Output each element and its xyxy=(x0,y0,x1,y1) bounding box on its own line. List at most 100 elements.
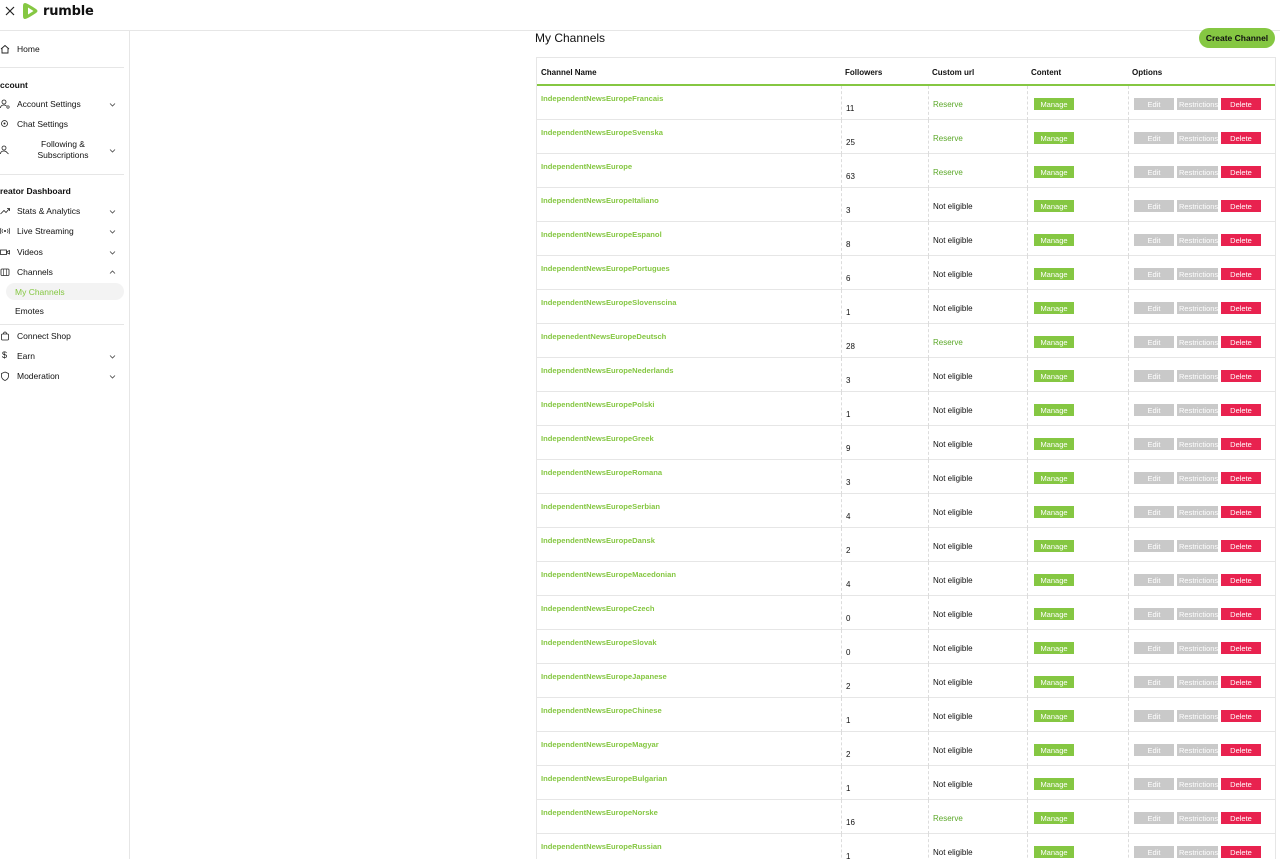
channel-name-link[interactable]: IndependentNewsEuropeNorske xyxy=(541,808,658,817)
edit-button[interactable]: Edit xyxy=(1134,642,1174,654)
sidebar-item-connect-shop[interactable]: Connect Shop xyxy=(0,327,124,345)
delete-button[interactable]: Delete xyxy=(1221,846,1261,858)
restrictions-button[interactable]: Restrictions xyxy=(1177,744,1218,756)
manage-button[interactable]: Manage xyxy=(1034,438,1074,450)
restrictions-button[interactable]: Restrictions xyxy=(1177,676,1218,688)
restrictions-button[interactable]: Restrictions xyxy=(1177,370,1218,382)
delete-button[interactable]: Delete xyxy=(1221,710,1261,722)
manage-button[interactable]: Manage xyxy=(1034,98,1074,110)
delete-button[interactable]: Delete xyxy=(1221,98,1261,110)
manage-button[interactable]: Manage xyxy=(1034,574,1074,586)
channel-name-link[interactable]: IndependentNewsEuropePolski xyxy=(541,400,655,409)
manage-button[interactable]: Manage xyxy=(1034,404,1074,416)
manage-button[interactable]: Manage xyxy=(1034,642,1074,654)
sidebar-item-live-streaming[interactable]: Live Streaming xyxy=(0,222,124,240)
channel-name-link[interactable]: IndepenedentNewsEuropeDeutsch xyxy=(541,332,666,341)
edit-button[interactable]: Edit xyxy=(1134,744,1174,756)
channel-name-link[interactable]: IndependentNewsEuropeEspanol xyxy=(541,230,662,239)
channel-name-link[interactable]: IndependentNewsEuropeMagyar xyxy=(541,740,659,749)
delete-button[interactable]: Delete xyxy=(1221,166,1261,178)
edit-button[interactable]: Edit xyxy=(1134,812,1174,824)
channel-name-link[interactable]: IndependentNewsEuropeItaliano xyxy=(541,196,659,205)
sidebar-item-moderation[interactable]: Moderation xyxy=(0,367,124,385)
channel-name-link[interactable]: IndependentNewsEuropeSlovenscina xyxy=(541,298,676,307)
sidebar-item-chat-settings[interactable]: Chat Settings xyxy=(0,115,124,133)
restrictions-button[interactable]: Restrictions xyxy=(1177,778,1218,790)
manage-button[interactable]: Manage xyxy=(1034,710,1074,722)
edit-button[interactable]: Edit xyxy=(1134,710,1174,722)
delete-button[interactable]: Delete xyxy=(1221,676,1261,688)
restrictions-button[interactable]: Restrictions xyxy=(1177,302,1218,314)
delete-button[interactable]: Delete xyxy=(1221,302,1261,314)
channel-name-link[interactable]: IndependentNewsEuropeNederlands xyxy=(541,366,674,375)
restrictions-button[interactable]: Restrictions xyxy=(1177,506,1218,518)
restrictions-button[interactable]: Restrictions xyxy=(1177,98,1218,110)
custom-url-status[interactable]: Reserve xyxy=(933,134,963,143)
sidebar-subitem-my-channels[interactable]: My Channels xyxy=(6,283,124,300)
sidebar-item-home[interactable]: Home xyxy=(0,40,124,58)
manage-button[interactable]: Manage xyxy=(1034,778,1074,790)
delete-button[interactable]: Delete xyxy=(1221,744,1261,756)
sidebar-item-account-settings[interactable]: Account Settings xyxy=(0,95,124,113)
restrictions-button[interactable]: Restrictions xyxy=(1177,166,1218,178)
channel-name-link[interactable]: IndependentNewsEuropeSlovak xyxy=(541,638,657,647)
manage-button[interactable]: Manage xyxy=(1034,302,1074,314)
delete-button[interactable]: Delete xyxy=(1221,132,1261,144)
channel-name-link[interactable]: IndependentNewsEuropeChinese xyxy=(541,706,662,715)
edit-button[interactable]: Edit xyxy=(1134,200,1174,212)
close-icon[interactable] xyxy=(3,4,17,18)
delete-button[interactable]: Delete xyxy=(1221,574,1261,586)
edit-button[interactable]: Edit xyxy=(1134,404,1174,416)
delete-button[interactable]: Delete xyxy=(1221,336,1261,348)
delete-button[interactable]: Delete xyxy=(1221,268,1261,280)
manage-button[interactable]: Manage xyxy=(1034,506,1074,518)
sidebar-item-earn[interactable]: $ Earn xyxy=(0,347,124,365)
edit-button[interactable]: Edit xyxy=(1134,132,1174,144)
edit-button[interactable]: Edit xyxy=(1134,336,1174,348)
edit-button[interactable]: Edit xyxy=(1134,608,1174,620)
sidebar-item-following[interactable]: Following & Subscriptions xyxy=(0,137,124,163)
channel-name-link[interactable]: IndependentNewsEuropeDansk xyxy=(541,536,655,545)
rumble-logo[interactable]: rumble xyxy=(22,1,94,21)
manage-button[interactable]: Manage xyxy=(1034,676,1074,688)
create-channel-button[interactable]: Create Channel xyxy=(1199,28,1275,48)
edit-button[interactable]: Edit xyxy=(1134,302,1174,314)
delete-button[interactable]: Delete xyxy=(1221,200,1261,212)
sidebar-item-videos[interactable]: Videos xyxy=(0,243,124,261)
channel-name-link[interactable]: IndependentNewsEuropeCzech xyxy=(541,604,655,613)
edit-button[interactable]: Edit xyxy=(1134,166,1174,178)
edit-button[interactable]: Edit xyxy=(1134,676,1174,688)
channel-name-link[interactable]: IndependentNewsEuropePortugues xyxy=(541,264,670,273)
manage-button[interactable]: Manage xyxy=(1034,268,1074,280)
manage-button[interactable]: Manage xyxy=(1034,336,1074,348)
restrictions-button[interactable]: Restrictions xyxy=(1177,472,1218,484)
restrictions-button[interactable]: Restrictions xyxy=(1177,404,1218,416)
restrictions-button[interactable]: Restrictions xyxy=(1177,336,1218,348)
channel-name-link[interactable]: IndependentNewsEuropeSerbian xyxy=(541,502,660,511)
sidebar-item-stats[interactable]: Stats & Analytics xyxy=(0,202,124,220)
manage-button[interactable]: Manage xyxy=(1034,812,1074,824)
restrictions-button[interactable]: Restrictions xyxy=(1177,540,1218,552)
restrictions-button[interactable]: Restrictions xyxy=(1177,846,1218,858)
delete-button[interactable]: Delete xyxy=(1221,812,1261,824)
custom-url-status[interactable]: Reserve xyxy=(933,100,963,109)
delete-button[interactable]: Delete xyxy=(1221,506,1261,518)
edit-button[interactable]: Edit xyxy=(1134,472,1174,484)
manage-button[interactable]: Manage xyxy=(1034,846,1074,858)
restrictions-button[interactable]: Restrictions xyxy=(1177,642,1218,654)
manage-button[interactable]: Manage xyxy=(1034,472,1074,484)
manage-button[interactable]: Manage xyxy=(1034,744,1074,756)
edit-button[interactable]: Edit xyxy=(1134,506,1174,518)
manage-button[interactable]: Manage xyxy=(1034,200,1074,212)
channel-name-link[interactable]: IndependentNewsEuropeGreek xyxy=(541,434,654,443)
manage-button[interactable]: Manage xyxy=(1034,234,1074,246)
channel-name-link[interactable]: IndependentNewsEuropeBulgarian xyxy=(541,774,667,783)
delete-button[interactable]: Delete xyxy=(1221,608,1261,620)
restrictions-button[interactable]: Restrictions xyxy=(1177,234,1218,246)
restrictions-button[interactable]: Restrictions xyxy=(1177,608,1218,620)
restrictions-button[interactable]: Restrictions xyxy=(1177,132,1218,144)
restrictions-button[interactable]: Restrictions xyxy=(1177,438,1218,450)
delete-button[interactable]: Delete xyxy=(1221,642,1261,654)
manage-button[interactable]: Manage xyxy=(1034,132,1074,144)
sidebar-subitem-emotes[interactable]: Emotes xyxy=(6,302,124,319)
